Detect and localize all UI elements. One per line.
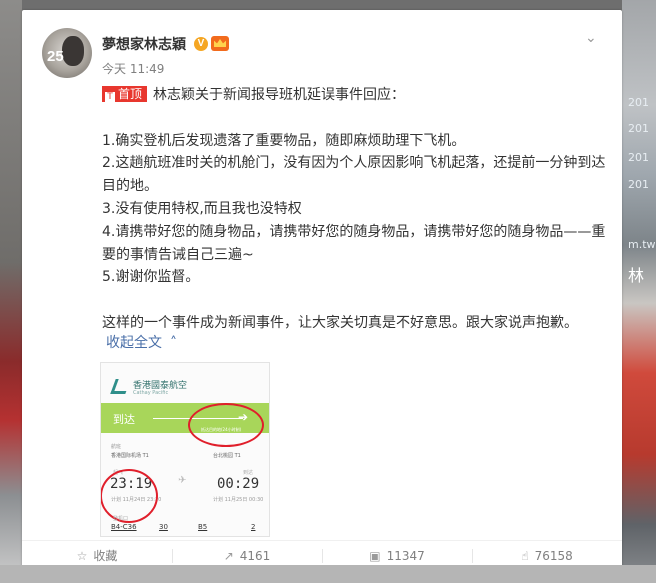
pin-icon: T xyxy=(105,92,115,103)
avatar-number: 25 xyxy=(47,48,64,65)
author-name[interactable]: 夢想家林志穎 xyxy=(102,34,186,54)
comment-icon: ▣ xyxy=(369,549,381,563)
red-circle-mark xyxy=(101,469,158,523)
post-paragraph: 1.确实登机后发现遗落了重要物品，随即麻烦助理下飞机。 xyxy=(102,132,466,149)
post-time[interactable]: 今天 11:49 xyxy=(102,60,164,77)
chevron-down-icon[interactable]: ⌄ xyxy=(585,30,597,46)
gate-code: B5 xyxy=(198,523,208,531)
status-label: 到达 xyxy=(113,413,135,426)
weibo-post-card: 25 夢想家林志穎 V ⌄ 今天 11:49 T 首顶 林志颖关于新闻报导班机延误事… xyxy=(22,10,622,583)
like-count: 76158 xyxy=(534,549,573,563)
top-tag: T 首顶 xyxy=(102,86,148,103)
arrive-label: 到达 xyxy=(243,470,254,476)
comment-count: 11347 xyxy=(386,549,425,563)
repost-count: 4161 xyxy=(239,549,271,563)
arrive-note: 计划 11月25日 00:30 xyxy=(213,497,264,503)
post-text: 林志颖关于新闻报导班机延误事件回应： xyxy=(153,87,406,103)
background-sign: m.tw xyxy=(628,238,656,251)
collapse-button[interactable]: 收起全文 ˄ xyxy=(106,332,177,352)
plane-icon: ✈ xyxy=(178,475,187,486)
post-paragraph: 这样的一个事件成为新闻事件，让大家关切真是不好意思。跟大家说声抱歉。 xyxy=(102,314,578,331)
star-icon: ☆ xyxy=(76,549,88,563)
gate-code: 30 xyxy=(159,523,168,531)
vip-crown-icon xyxy=(211,36,229,51)
gate-label: 登机口 xyxy=(113,516,129,522)
post-paragraph: 2.这趟航班准时关的机舱门，没有因为个人原因影响飞机起落，还提前一分钟到达目的地… xyxy=(102,155,606,195)
top-tag-label: 首顶 xyxy=(118,87,143,101)
post-paragraph: 3.没有使用特权,而且我也没特权 xyxy=(102,200,302,217)
background-sign: 201 xyxy=(628,151,649,164)
gate-code: 2 xyxy=(251,523,256,531)
background-sign: 201 xyxy=(628,178,649,191)
from-city: 香港国际机场 T1 xyxy=(111,453,149,459)
like-button[interactable]: ☝ 76158 xyxy=(472,547,622,565)
arrive-time: 00:29 xyxy=(217,476,260,492)
background-right-strip: 201 201 201 201 m.tw 林 xyxy=(622,0,656,583)
thumbs-up-icon: ☝ xyxy=(521,549,529,563)
flight-label: 航班 xyxy=(111,444,122,450)
background-bottom-strip xyxy=(0,565,656,583)
comment-button[interactable]: ▣ 11347 xyxy=(322,547,472,565)
to-city: 台北桃园 T1 xyxy=(213,453,241,459)
background-sign: 201 xyxy=(628,122,649,135)
background-sign: 林 xyxy=(628,266,645,285)
boarding-pass-image[interactable]: 香港國泰航空 Cathay Pacific 到达 ➔ 抵达目的地(24小时制) … xyxy=(100,362,270,537)
repost-button[interactable]: ↗ 4161 xyxy=(172,547,322,565)
gate-code: B4-C36 xyxy=(111,523,137,531)
post-content: T 首顶 林志颖关于新闻报导班机延误事件回应： 1.确实登机后发现遗落了重要物品，随… xyxy=(102,84,612,335)
post-paragraph: 4.请携带好您的随身物品，请携带好您的随身物品，请携带好您的随身物品——重要的事… xyxy=(102,223,606,263)
background-left-strip xyxy=(0,0,22,583)
collapse-label: 收起全文 xyxy=(106,335,162,351)
verified-icon: V xyxy=(194,37,208,51)
background-sign: 201 xyxy=(628,96,649,109)
favorite-label: 收藏 xyxy=(93,549,118,563)
favorite-button[interactable]: ☆ 收藏 xyxy=(22,547,172,565)
chevron-up-icon: ˄ xyxy=(170,335,177,351)
avatar[interactable]: 25 xyxy=(42,28,92,78)
airline-logo-icon xyxy=(110,379,131,394)
post-paragraph: T 首顶 林志颖关于新闻报导班机延误事件回应： xyxy=(102,84,612,107)
share-icon: ↗ xyxy=(223,549,234,563)
post-paragraph: 5.谢谢你监督。 xyxy=(102,269,200,286)
red-circle-mark xyxy=(188,403,264,447)
airline-name-en: Cathay Pacific xyxy=(133,390,169,396)
avatar-face xyxy=(62,36,84,66)
footer-divider xyxy=(22,540,622,541)
